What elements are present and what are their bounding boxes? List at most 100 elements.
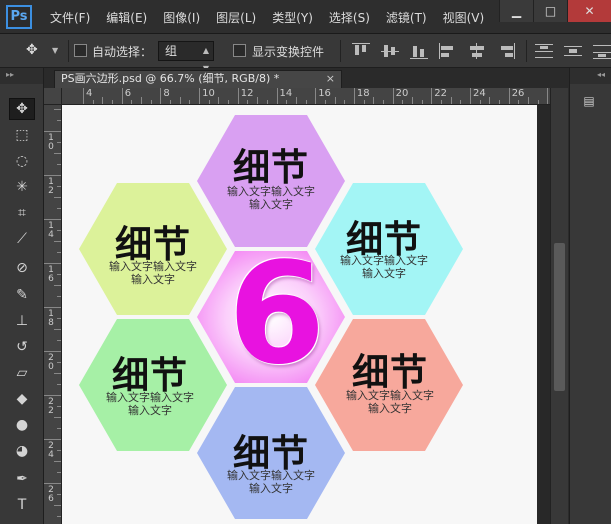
history-panel-icon[interactable]: ▤ [578, 94, 600, 114]
maximize-button[interactable]: □ [533, 0, 567, 22]
eyedropper-tool-icon[interactable]: ⟋ [9, 228, 35, 250]
divider [340, 40, 341, 62]
ruler-tick [44, 263, 61, 264]
align-top-icon[interactable] [352, 43, 370, 59]
type-tool-icon[interactable]: T [9, 494, 35, 516]
ruler-tick [528, 97, 530, 104]
ruler-tick [334, 97, 336, 104]
ruler-tick [170, 100, 172, 104]
hex-title-lower-right: 细节 [352, 351, 428, 394]
ruler-tick [208, 100, 210, 104]
window-controls: ▁ □ ✕ [499, 0, 611, 22]
maximize-icon: □ [544, 4, 557, 18]
ruler-tick [460, 100, 462, 104]
ruler-tick [57, 362, 61, 363]
menu-image[interactable]: 图像(I) [163, 9, 200, 26]
ruler-tick [57, 472, 61, 473]
close-button[interactable]: ✕ [567, 0, 611, 22]
tool-preset-chevron-icon[interactable]: ▼ [52, 46, 58, 55]
align-bottom-icon[interactable] [410, 43, 428, 59]
history-brush-tool-icon[interactable]: ↺ [9, 336, 35, 358]
canvas-area[interactable]: 6 细节 输入文字输入文字 输入文字 细节 输入文字输入文字 输入文字 细节 输入文… [62, 105, 550, 524]
ruler-tick [228, 100, 230, 104]
ruler-tick [373, 97, 375, 104]
ruler-tick [247, 100, 249, 104]
divider [68, 40, 69, 62]
align-vcenter-icon[interactable] [381, 43, 399, 59]
healing-brush-tool-icon[interactable]: ⊘ [9, 257, 35, 279]
center-number: 6 [228, 233, 326, 396]
ruler-tick [218, 97, 220, 104]
ruler-tick [499, 100, 501, 104]
ruler-tick [54, 505, 61, 506]
menu-layer[interactable]: 图层(L) [216, 9, 256, 26]
vertical-ruler[interactable]: 8101214161820222426 [44, 105, 62, 524]
menu-edit[interactable]: 编辑(E) [106, 9, 147, 26]
document-canvas[interactable]: 6 细节 输入文字输入文字 输入文字 细节 输入文字输入文字 输入文字 细节 输入文… [62, 105, 537, 524]
auto-select-checkbox[interactable] [74, 44, 87, 57]
align-buttons [352, 40, 611, 65]
align-right-icon[interactable] [497, 43, 515, 59]
ruler-tick [44, 351, 61, 352]
panel-collapse-icon[interactable]: ▸▸ [0, 68, 43, 84]
ruler-tick [431, 88, 433, 104]
panel-collapse-icon[interactable]: ◂◂ [570, 68, 611, 84]
photoshop-logo: Ps [6, 5, 32, 29]
distribute-top-icon[interactable] [535, 43, 553, 59]
menu-select[interactable]: 选择(S) [329, 9, 370, 26]
brush-tool-icon[interactable]: ✎ [9, 284, 35, 306]
lasso-tool-icon[interactable]: ◌ [9, 150, 35, 172]
marquee-tool-icon[interactable]: ⬚ [9, 124, 35, 146]
ruler-tick [276, 88, 278, 104]
hex-text-top: 输入文字输入文字 输入文字 [227, 185, 315, 211]
menu-type[interactable]: 类型(Y) [272, 9, 313, 26]
ruler-tick [305, 100, 307, 104]
magic-wand-tool-icon[interactable]: ✳ [9, 176, 35, 198]
distribute-bottom-icon[interactable] [593, 43, 611, 59]
ruler-tick [131, 100, 133, 104]
ruler-label: 4 [86, 88, 93, 99]
pen-tool-icon[interactable]: ✒ [9, 468, 35, 490]
ruler-tick [54, 109, 61, 110]
ruler-label: 26 [511, 88, 525, 99]
document-tab-bar: PS画六边形.psd @ 66.7% (细节, RGB/8) * × [44, 68, 569, 88]
tab-close-icon[interactable]: × [326, 71, 335, 87]
crop-tool-icon[interactable]: ⌗ [9, 202, 35, 224]
menu-bar: Ps 文件(F) 编辑(E) 图像(I) 图层(L) 类型(Y) 选择(S) 滤… [0, 0, 611, 34]
menu-file[interactable]: 文件(F) [50, 9, 90, 26]
dodge-tool-icon[interactable]: ◕ [9, 440, 35, 462]
align-hcenter-icon[interactable] [468, 43, 486, 59]
blur-tool-icon[interactable]: ● [9, 414, 35, 436]
distribute-vcenter-icon[interactable] [564, 43, 582, 59]
ruler-tick [54, 373, 61, 374]
eraser-tool-icon[interactable]: ▱ [9, 362, 35, 384]
tools-panel: ▸▸ ✥ ⬚ ◌ ✳ ⌗ ⟋ ⊘ ✎ ⊥ ↺ ▱ ◆ ● ◕ ✒ T [0, 68, 44, 524]
document-tab[interactable]: PS画六边形.psd @ 66.7% (细节, RGB/8) * × [54, 70, 342, 88]
minimize-button[interactable]: ▁ [499, 0, 533, 22]
ruler-tick [57, 186, 61, 187]
paint-bucket-tool-icon[interactable]: ◆ [9, 388, 35, 410]
clone-stamp-tool-icon[interactable]: ⊥ [9, 310, 35, 332]
ruler-tick [121, 88, 123, 104]
ruler-label: 10 [48, 133, 54, 152]
align-left-icon[interactable] [439, 43, 457, 59]
ruler-tick [518, 100, 520, 104]
scrollbar-thumb[interactable] [554, 243, 565, 391]
vertical-scrollbar[interactable] [550, 88, 568, 524]
menu-view[interactable]: 视图(V) [443, 9, 485, 26]
ruler-tick [199, 88, 201, 104]
ruler-origin[interactable] [44, 88, 62, 105]
move-tool-icon[interactable]: ✥ [26, 42, 38, 58]
auto-select-dropdown[interactable]: 组 ▲▼ [158, 41, 214, 73]
move-tool-icon[interactable]: ✥ [9, 98, 35, 120]
ruler-tick [57, 450, 61, 451]
ruler-label: 14 [279, 88, 293, 99]
ruler-tick [286, 100, 288, 104]
ruler-tick [479, 100, 481, 104]
close-icon: ✕ [584, 4, 595, 18]
show-transform-checkbox[interactable] [233, 44, 246, 57]
ruler-label: 18 [48, 309, 54, 328]
menu-filter[interactable]: 滤镜(T) [386, 9, 427, 26]
ruler-tick [160, 88, 162, 104]
horizontal-ruler[interactable]: 46810121416182022242628 [62, 88, 550, 105]
